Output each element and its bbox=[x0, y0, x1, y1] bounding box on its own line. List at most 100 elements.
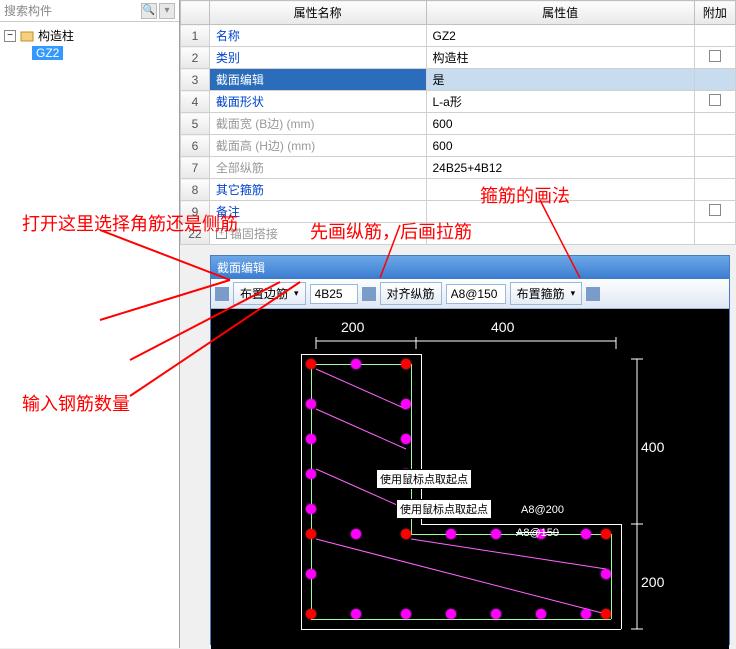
rownum: 3 bbox=[181, 69, 210, 91]
prop-value-cell[interactable]: 构造柱 bbox=[426, 47, 694, 69]
rebar-dot[interactable] bbox=[601, 529, 611, 539]
section-canvas[interactable]: 200 400 400 200 bbox=[211, 309, 729, 649]
prop-addon-cell[interactable] bbox=[694, 157, 735, 179]
prop-value-cell[interactable] bbox=[426, 179, 694, 201]
prop-addon-cell[interactable] bbox=[694, 179, 735, 201]
rebar-dot[interactable] bbox=[581, 609, 591, 619]
tree-collapse-icon[interactable]: − bbox=[4, 30, 16, 42]
tree-root-row[interactable]: − 构造柱 bbox=[4, 26, 175, 45]
rownum: 4 bbox=[181, 91, 210, 113]
rebar-dot[interactable] bbox=[351, 609, 361, 619]
prop-name-label: 锚固搭接 bbox=[230, 225, 278, 242]
rebar-dot[interactable] bbox=[446, 609, 456, 619]
prop-addon-cell[interactable] bbox=[694, 69, 735, 91]
toolbar-icon-1[interactable] bbox=[215, 287, 229, 301]
table-row[interactable]: 9备注 bbox=[181, 201, 736, 223]
prop-name-cell[interactable]: 截面宽 (B边) (mm) bbox=[209, 113, 426, 135]
search-dropdown-icon[interactable]: ▾ bbox=[159, 3, 175, 19]
tooltip-1: 使用鼠标点取起点 bbox=[376, 469, 472, 489]
addon-checkbox[interactable] bbox=[709, 94, 721, 106]
tree-root-label: 构造柱 bbox=[38, 27, 74, 44]
prop-addon-cell bbox=[694, 223, 735, 245]
prop-value-cell[interactable]: 24B25+4B12 bbox=[426, 157, 694, 179]
rebar-dot[interactable] bbox=[306, 609, 316, 619]
rebar-dot[interactable] bbox=[306, 504, 316, 514]
addon-checkbox[interactable] bbox=[709, 204, 721, 216]
stirrup-spec-input[interactable] bbox=[446, 284, 506, 304]
prop-addon-cell[interactable] bbox=[694, 135, 735, 157]
rownum: 2 bbox=[181, 47, 210, 69]
rebar-dot[interactable] bbox=[491, 529, 501, 539]
header-name: 属性名称 bbox=[209, 1, 426, 25]
rebar-dot[interactable] bbox=[351, 359, 361, 369]
header-addon: 附加 bbox=[694, 1, 735, 25]
rebar-dot[interactable] bbox=[306, 359, 316, 369]
prop-name-cell[interactable]: 类别 bbox=[209, 47, 426, 69]
table-row[interactable]: 8其它箍筋 bbox=[181, 179, 736, 201]
rebar-dot[interactable] bbox=[446, 529, 456, 539]
layout-edge-rebar-button[interactable]: 布置边筋 bbox=[233, 282, 306, 305]
tree-child-row[interactable]: GZ2 bbox=[4, 45, 175, 61]
table-row-22[interactable]: 22 + 锚固搭接 bbox=[181, 223, 736, 245]
layout-stirrup-button[interactable]: 布置箍筋 bbox=[510, 282, 583, 305]
prop-name-cell[interactable]: 截面形状 bbox=[209, 91, 426, 113]
prop-value-cell[interactable]: 600 bbox=[426, 135, 694, 157]
tree-child-label: GZ2 bbox=[32, 46, 63, 60]
rebar-dot[interactable] bbox=[491, 609, 501, 619]
rownum: 22 bbox=[181, 223, 210, 245]
rebar-count-input[interactable] bbox=[310, 284, 358, 304]
prop-addon-cell[interactable] bbox=[694, 47, 735, 69]
rebar-dot[interactable] bbox=[401, 359, 411, 369]
prop-name-cell[interactable]: 备注 bbox=[209, 201, 426, 223]
rebar-dot[interactable] bbox=[401, 434, 411, 444]
prop-value-cell[interactable] bbox=[426, 223, 694, 245]
prop-name-cell[interactable]: 截面高 (H边) (mm) bbox=[209, 135, 426, 157]
rebar-dot[interactable] bbox=[536, 609, 546, 619]
prop-value-cell[interactable] bbox=[426, 201, 694, 223]
table-row[interactable]: 6截面高 (H边) (mm)600 bbox=[181, 135, 736, 157]
rebar-dot[interactable] bbox=[306, 529, 316, 539]
rebar-dot[interactable] bbox=[401, 399, 411, 409]
rebar-dot[interactable] bbox=[306, 569, 316, 579]
rebar-dot[interactable] bbox=[601, 569, 611, 579]
rebar-dot[interactable] bbox=[306, 399, 316, 409]
table-row[interactable]: 2类别构造柱 bbox=[181, 47, 736, 69]
addon-checkbox[interactable] bbox=[709, 50, 721, 62]
prop-name-cell: + 锚固搭接 bbox=[209, 223, 426, 245]
prop-value-cell[interactable]: 600 bbox=[426, 113, 694, 135]
table-row[interactable]: 5截面宽 (B边) (mm)600 bbox=[181, 113, 736, 135]
prop-addon-cell[interactable] bbox=[694, 91, 735, 113]
rebar-dot[interactable] bbox=[351, 529, 361, 539]
rebar-dot[interactable] bbox=[306, 434, 316, 444]
section-editor-title: 截面编辑 bbox=[211, 256, 729, 279]
table-row[interactable]: 1名称GZ2 bbox=[181, 25, 736, 47]
toolbar-icon-3[interactable] bbox=[586, 287, 600, 301]
prop-name-cell[interactable]: 全部纵筋 bbox=[209, 157, 426, 179]
rebar-dot[interactable] bbox=[306, 469, 316, 479]
left-tree-pane: 搜索构件 🔍 ▾ − 构造柱 GZ2 bbox=[0, 0, 180, 648]
search-placeholder: 搜索构件 bbox=[4, 2, 52, 19]
prop-addon-cell[interactable] bbox=[694, 201, 735, 223]
prop-value-cell[interactable]: L-a形 bbox=[426, 91, 694, 113]
rebar-dot[interactable] bbox=[581, 529, 591, 539]
rebar-dot[interactable] bbox=[401, 609, 411, 619]
search-icon[interactable]: 🔍 bbox=[141, 3, 157, 19]
prop-name-cell[interactable]: 其它箍筋 bbox=[209, 179, 426, 201]
rownum: 5 bbox=[181, 113, 210, 135]
table-row[interactable]: 7全部纵筋24B25+4B12 bbox=[181, 157, 736, 179]
toolbar-icon-2[interactable] bbox=[362, 287, 376, 301]
prop-addon-cell[interactable] bbox=[694, 25, 735, 47]
prop-addon-cell[interactable] bbox=[694, 113, 735, 135]
table-row[interactable]: 4截面形状L-a形 bbox=[181, 91, 736, 113]
expand-icon[interactable]: + bbox=[216, 228, 227, 239]
prop-value-cell[interactable]: 是 bbox=[426, 69, 694, 91]
rebar-dot[interactable] bbox=[601, 609, 611, 619]
table-row[interactable]: 3截面编辑是 bbox=[181, 69, 736, 91]
prop-value-cell[interactable]: GZ2 bbox=[426, 25, 694, 47]
rownum: 6 bbox=[181, 135, 210, 157]
stirrup-label-2: A8@150 bbox=[516, 527, 559, 539]
align-rebar-button[interactable]: 对齐纵筋 bbox=[380, 282, 442, 305]
rebar-dot[interactable] bbox=[401, 529, 411, 539]
prop-name-cell[interactable]: 名称 bbox=[209, 25, 426, 47]
prop-name-cell[interactable]: 截面编辑 bbox=[209, 69, 426, 91]
